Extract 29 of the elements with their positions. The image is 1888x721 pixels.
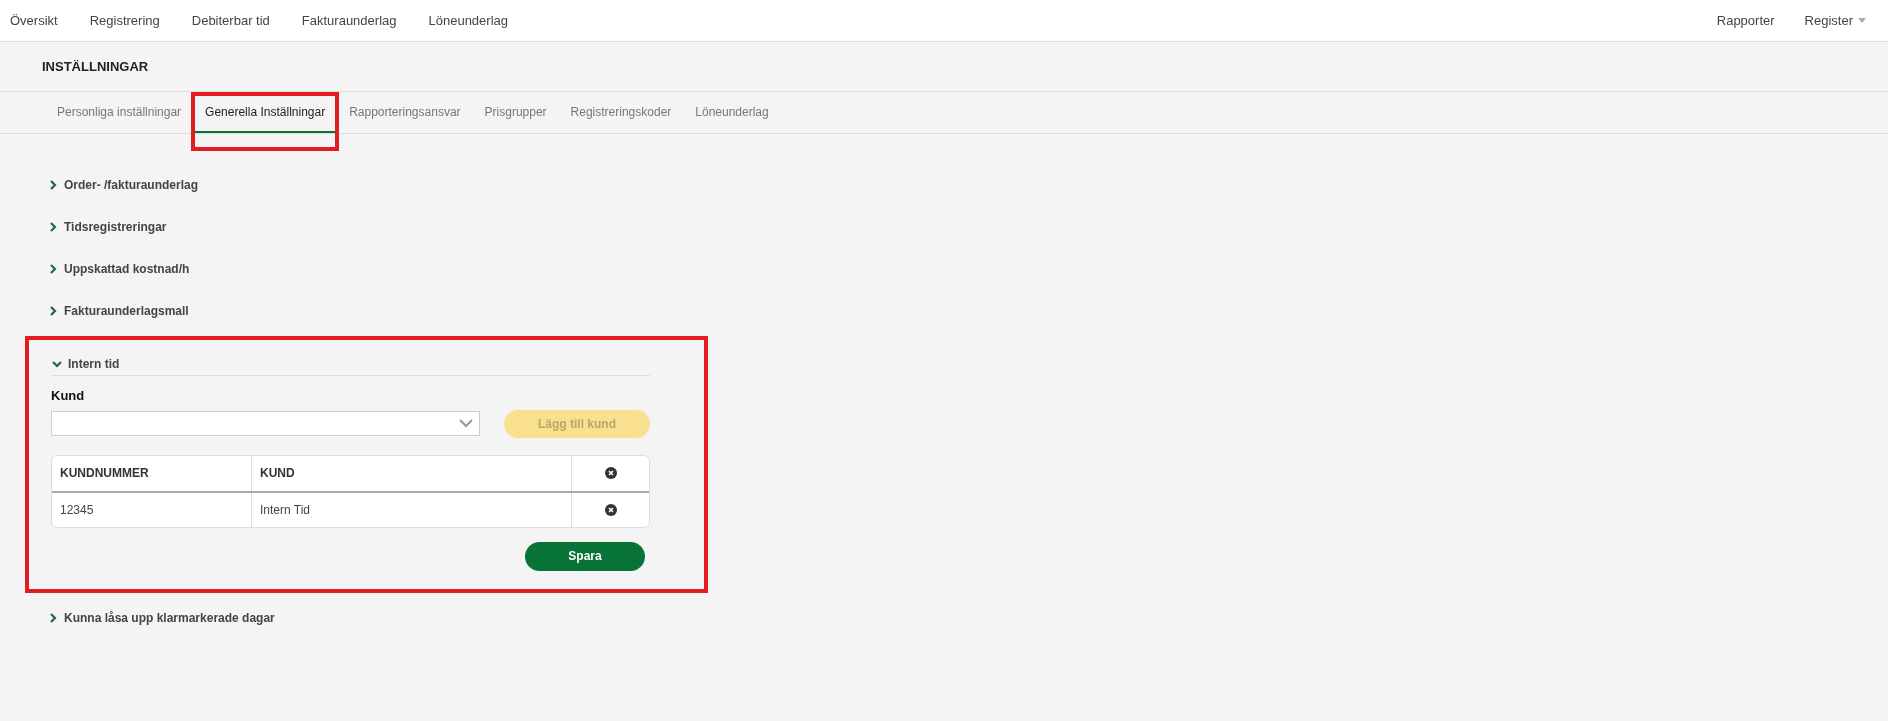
chevron-down-icon <box>459 419 473 428</box>
tab[interactable]: Registreringskoder <box>560 92 682 133</box>
column-header: KUNDNUMMER <box>60 465 149 482</box>
nav-link[interactable]: Rapporter <box>1716 10 1775 31</box>
remove-icon[interactable] <box>604 503 617 516</box>
nav-link[interactable]: Debiterbar tid <box>191 10 270 31</box>
save-button[interactable]: Spara <box>525 541 645 571</box>
nav-link[interactable]: Register <box>1804 10 1866 31</box>
nav-link[interactable]: Registrering <box>89 10 160 31</box>
nav-link[interactable]: Fakturaunderlag <box>301 10 397 31</box>
tab[interactable]: Prisgrupper <box>474 92 557 133</box>
remove-icon[interactable] <box>604 467 617 479</box>
tab[interactable]: Generella Inställningar <box>195 92 336 133</box>
tab[interactable]: Löneunderlag <box>685 92 779 133</box>
section-header[interactable]: Kunna låsa upp klarmarkerade dagar <box>25 596 708 639</box>
table-cell-text: Intern Tid <box>260 501 311 519</box>
section-header[interactable]: Fakturaunderlagsmall <box>25 290 708 332</box>
section-header[interactable]: Uppskattad kostnad/h <box>25 248 708 290</box>
section-header[interactable]: Tidsregistreringar <box>25 206 708 248</box>
tab[interactable]: Personliga inställningar <box>47 92 192 133</box>
column-header: KUND <box>260 465 295 482</box>
page-title: INSTÄLLNINGAR <box>42 57 149 76</box>
nav-link[interactable]: Översikt <box>10 10 58 31</box>
nav-link[interactable]: Löneunderlag <box>428 10 508 31</box>
section-header[interactable]: Order- /fakturaunderlag <box>25 164 708 206</box>
field-label: Kund <box>51 387 85 405</box>
section-header[interactable]: Intern tid <box>29 343 704 385</box>
tab[interactable]: Rapporteringsansvar <box>339 92 471 133</box>
table-cell-text: 12345 <box>60 501 94 519</box>
